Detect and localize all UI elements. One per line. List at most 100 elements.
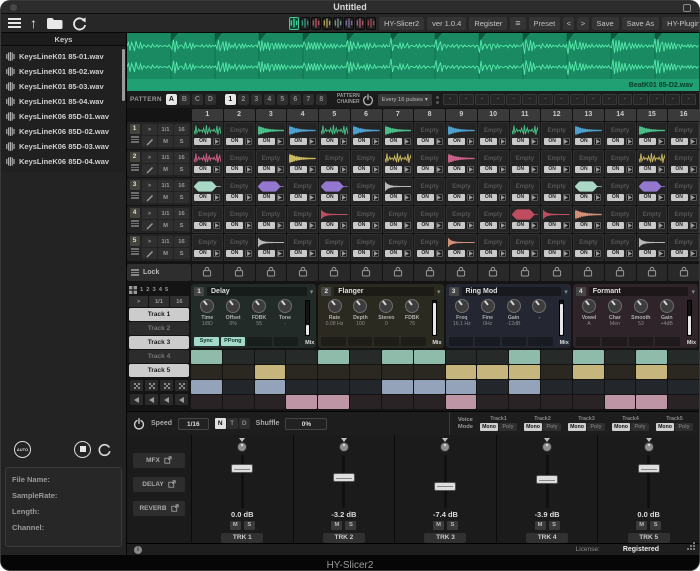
fx-seq-cell[interactable] — [636, 395, 667, 409]
file-list-item[interactable]: KeysLineK06 85D-03.wav — [1, 139, 126, 154]
step-cell[interactable]: ON — [446, 234, 477, 261]
seq-preset-button[interactable] — [160, 380, 173, 391]
fx-dropdown-icon[interactable]: ▾ — [691, 288, 695, 296]
step-output-button[interactable] — [277, 194, 284, 201]
step-output-button[interactable] — [626, 250, 633, 257]
fader[interactable] — [192, 455, 293, 508]
step-on-button[interactable]: ON — [639, 222, 656, 229]
lock-cell[interactable] — [383, 264, 414, 281]
step-on-button[interactable]: ON — [480, 166, 497, 173]
step-number[interactable]: 14 — [605, 109, 636, 121]
channel-mute-button[interactable]: M — [230, 521, 241, 530]
fx-seq-cell[interactable] — [286, 380, 317, 394]
fx-seq-cell[interactable] — [668, 350, 699, 364]
fx-seq-cell[interactable] — [446, 365, 477, 379]
step-cell[interactable]: EmptyON — [605, 206, 636, 233]
fader[interactable] — [497, 455, 598, 508]
pan-knob[interactable] — [542, 442, 552, 452]
lock-cell[interactable] — [668, 264, 699, 281]
mono-button[interactable]: Mono — [612, 423, 630, 431]
pattern-bank-button[interactable]: C — [192, 94, 203, 105]
fx-knob[interactable] — [481, 299, 495, 313]
lock-cell[interactable] — [192, 264, 223, 281]
step-on-button[interactable]: ON — [194, 194, 211, 201]
fader[interactable] — [395, 455, 496, 508]
step-output-button[interactable] — [277, 166, 284, 173]
track-menu-icon[interactable] — [131, 248, 139, 255]
fx-option-button[interactable] — [348, 337, 373, 346]
step-output-button[interactable] — [467, 138, 474, 145]
fx-seq-cell[interactable] — [477, 365, 508, 379]
channel-label[interactable]: TRK 2 — [323, 533, 365, 543]
lock-cell[interactable] — [319, 264, 350, 281]
step-output-button[interactable] — [690, 194, 697, 201]
fx-seq-cell[interactable] — [636, 380, 667, 394]
fx-length-button[interactable]: 16 — [170, 296, 189, 307]
step-number[interactable]: 2 — [224, 109, 255, 121]
step-on-button[interactable]: ON — [258, 250, 275, 257]
track-menu-icon[interactable] — [131, 192, 139, 199]
step-on-button[interactable]: ON — [290, 222, 307, 229]
pattern-slot-button[interactable]: 2 — [238, 94, 249, 105]
step-output-button[interactable] — [467, 166, 474, 173]
step-on-button[interactable]: ON — [385, 222, 402, 229]
step-on-button[interactable]: ON — [639, 166, 656, 173]
step-on-button[interactable]: ON — [544, 194, 561, 201]
step-output-button[interactable] — [626, 222, 633, 229]
chain-cell[interactable]: - — [506, 94, 521, 105]
step-cell[interactable]: ON — [351, 122, 382, 149]
step-on-button[interactable]: ON — [194, 222, 211, 229]
step-output-button[interactable] — [531, 138, 538, 145]
step-cell[interactable]: EmptyON — [414, 206, 445, 233]
step-output-button[interactable] — [372, 166, 379, 173]
step-on-button[interactable]: ON — [575, 194, 592, 201]
fx-seq-cell[interactable] — [477, 380, 508, 394]
step-on-button[interactable]: ON — [448, 194, 465, 201]
step-output-button[interactable] — [594, 250, 601, 257]
channel-mute-button[interactable]: M — [535, 521, 546, 530]
pattern-slot-button[interactable]: 3 — [251, 94, 262, 105]
fx-seq-cell[interactable] — [573, 395, 604, 409]
lock-cell[interactable] — [287, 264, 318, 281]
waveform-canvas[interactable] — [127, 33, 699, 79]
track-solo-button[interactable]: S — [174, 164, 189, 175]
fader-handle[interactable] — [536, 475, 558, 484]
pattern-slot-button[interactable]: 7 — [303, 94, 314, 105]
seq-preset-button[interactable] — [175, 380, 188, 391]
step-on-button[interactable]: ON — [671, 222, 688, 229]
step-output-button[interactable] — [594, 166, 601, 173]
pattern-bank-button[interactable]: B — [179, 94, 190, 105]
fx-seq-cell[interactable] — [191, 380, 222, 394]
lock-cell[interactable] — [541, 264, 572, 281]
step-cell[interactable]: EmptyON — [510, 234, 541, 261]
step-output-button[interactable] — [499, 222, 506, 229]
fader[interactable] — [294, 455, 395, 508]
step-cell[interactable]: ON — [383, 178, 414, 205]
step-output-button[interactable] — [467, 250, 474, 257]
fx-seq-cell[interactable] — [541, 350, 572, 364]
step-output-button[interactable] — [563, 222, 570, 229]
fader[interactable] — [598, 455, 699, 508]
menu-icon[interactable] — [8, 15, 21, 31]
step-output-button[interactable] — [436, 250, 443, 257]
fx-option-button[interactable] — [629, 337, 654, 346]
step-on-button[interactable]: ON — [321, 138, 338, 145]
step-output-button[interactable] — [213, 138, 220, 145]
track-expand-button[interactable]: > — [142, 208, 157, 219]
lock-cell[interactable] — [605, 264, 636, 281]
step-number[interactable]: 4 — [287, 109, 318, 121]
step-output-button[interactable] — [626, 166, 633, 173]
lock-cell[interactable] — [478, 264, 509, 281]
step-cell[interactable]: EmptyON — [573, 150, 604, 177]
step-on-button[interactable]: ON — [544, 222, 561, 229]
step-cell[interactable]: EmptyON — [541, 178, 572, 205]
fx-seq-cell[interactable] — [605, 365, 636, 379]
fx-seq-cell[interactable] — [318, 395, 349, 409]
track-solo-button[interactable]: S — [174, 136, 189, 147]
step-output-button[interactable] — [531, 222, 538, 229]
step-cell[interactable]: EmptyON — [256, 150, 287, 177]
step-on-button[interactable]: ON — [448, 166, 465, 173]
channel-solo-button[interactable]: S — [244, 521, 255, 530]
step-on-button[interactable]: ON — [385, 250, 402, 257]
pan-knob[interactable] — [644, 442, 654, 452]
